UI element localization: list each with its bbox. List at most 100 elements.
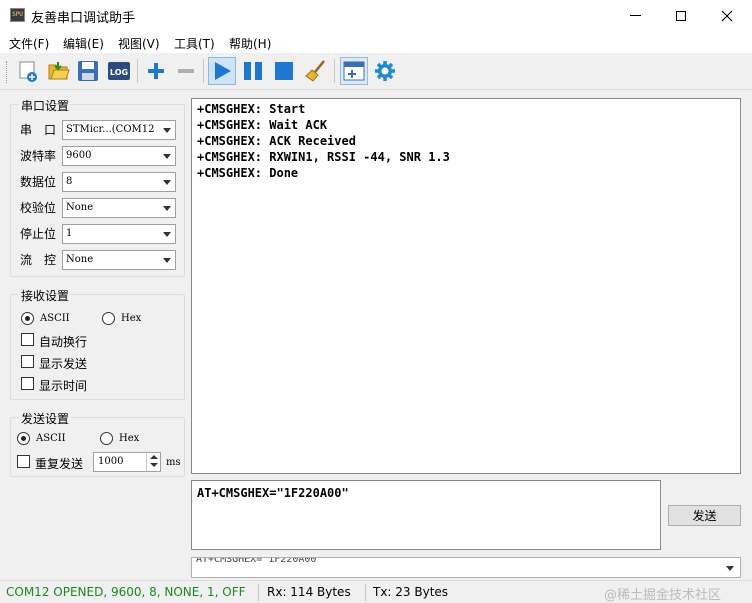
baud-select[interactable]: 9600 [62, 146, 176, 166]
flowcontrol-value: None [66, 254, 94, 265]
show-sent-checkbox[interactable] [21, 355, 34, 368]
play-icon [215, 62, 231, 80]
repeat-send-checkbox[interactable] [17, 455, 30, 468]
chevron-down-icon [163, 128, 171, 133]
interval-unit: ms [166, 457, 181, 468]
menu-tools[interactable]: 工具(T) [174, 35, 215, 52]
toolbar-grip[interactable] [6, 61, 10, 83]
show-time-label: 显示时间 [39, 379, 88, 393]
receive-hex-radio[interactable] [102, 312, 115, 325]
settings-button[interactable] [371, 57, 399, 85]
spin-up-icon[interactable] [150, 455, 158, 459]
send-history-select[interactable]: AT+CMSGHEX="1F220A00" [191, 557, 741, 578]
chevron-down-icon [163, 154, 171, 159]
send-settings-group: 发送设置 ASCII Hex 重复发送 1000 ms [10, 410, 185, 477]
stop-button[interactable] [270, 57, 298, 85]
send-textarea[interactable]: AT+CMSGHEX="1F220A00" [191, 480, 661, 550]
receive-ascii-label: ASCII [40, 313, 70, 324]
toolbar: LOG [0, 53, 752, 90]
send-button[interactable]: 发送 [668, 505, 741, 526]
parity-value: None [66, 202, 94, 213]
serial-settings-title: 串口设置 [19, 97, 72, 114]
send-settings-title: 发送设置 [19, 410, 72, 427]
minimize-icon [629, 15, 641, 16]
repeat-send-label: 重复发送 [35, 457, 84, 471]
send-hex-radio[interactable] [100, 432, 113, 445]
repeat-interval-spinbox[interactable]: 1000 [93, 452, 161, 472]
tx-count: Tx: 23 Bytes [373, 585, 449, 599]
status-separator [365, 584, 366, 601]
show-sent-label: 显示发送 [39, 357, 88, 371]
menu-help[interactable]: 帮助(H) [229, 35, 271, 52]
title-bar: SPU 友善串口调试助手 [0, 0, 752, 31]
close-icon [721, 10, 733, 21]
chevron-down-icon [726, 566, 734, 571]
play-button[interactable] [208, 57, 236, 85]
log-icon-label: LOG [110, 68, 128, 77]
stopbits-label: 停止位 [20, 227, 57, 241]
receive-line: +CMSGHEX: Start [197, 102, 306, 116]
receive-ascii-radio[interactable] [21, 312, 34, 325]
save-icon [78, 61, 98, 81]
layout-button[interactable] [340, 57, 368, 85]
open-folder-icon [48, 62, 70, 80]
menu-edit[interactable]: 编辑(E) [63, 35, 104, 52]
add-button[interactable] [142, 57, 170, 85]
chevron-down-icon [163, 258, 171, 263]
stop-icon [275, 62, 293, 80]
menu-file[interactable]: 文件(F) [9, 35, 49, 52]
menu-view[interactable]: 视图(V) [118, 35, 160, 52]
port-label: 串 口 [20, 123, 57, 137]
port-value: STMicr...(COM12 [66, 124, 155, 135]
minimize-button[interactable] [612, 0, 658, 31]
parity-select[interactable]: None [62, 198, 176, 218]
receive-settings-title: 接收设置 [19, 287, 72, 304]
auto-wrap-label: 自动换行 [39, 335, 88, 349]
databits-label: 数据位 [20, 175, 57, 189]
serial-settings-group: 串口设置 串 口 STMicr...(COM12 波特率 9600 数据位 8 … [10, 97, 185, 277]
app-icon: SPU [10, 8, 25, 22]
add-icon [148, 63, 164, 79]
show-time-checkbox[interactable] [21, 377, 34, 390]
window-title: 友善串口调试助手 [31, 11, 136, 26]
chevron-down-icon [163, 180, 171, 185]
receive-line: +CMSGHEX: Done [197, 166, 299, 180]
stopbits-select[interactable]: 1 [62, 224, 176, 244]
repeat-interval-value: 1000 [98, 456, 124, 467]
spin-buttons[interactable] [146, 453, 160, 471]
clear-broom-icon [305, 60, 325, 82]
send-hex-label: Hex [119, 433, 140, 444]
databits-select[interactable]: 8 [62, 172, 176, 192]
spin-down-icon[interactable] [150, 463, 158, 467]
toolbar-separator [203, 59, 204, 83]
port-select[interactable]: STMicr...(COM12 [62, 120, 176, 140]
auto-wrap-checkbox[interactable] [21, 333, 34, 346]
receive-hex-label: Hex [121, 313, 142, 324]
send-ascii-label: ASCII [36, 433, 66, 444]
status-bar: COM12 OPENED, 9600, 8, NONE, 1, OFF Rx: … [0, 580, 752, 603]
remove-icon [178, 69, 194, 73]
receive-line: +CMSGHEX: ACK Received [197, 134, 356, 148]
baud-label: 波特率 [20, 149, 57, 163]
clear-button[interactable] [302, 57, 330, 85]
baud-value: 9600 [66, 150, 92, 161]
open-button[interactable] [44, 57, 72, 85]
maximize-button[interactable] [658, 0, 704, 31]
watermark: @稀土掘金技术社区 [604, 588, 722, 603]
remove-button[interactable] [172, 57, 200, 85]
new-connection-button[interactable] [15, 57, 43, 85]
stopbits-value: 1 [66, 228, 73, 239]
send-ascii-radio[interactable] [17, 432, 30, 445]
layout-icon [343, 61, 365, 81]
status-separator [258, 584, 259, 601]
flowcontrol-select[interactable]: None [62, 250, 176, 270]
rx-count: Rx: 114 Bytes [267, 585, 351, 599]
log-button[interactable]: LOG [105, 57, 133, 85]
pause-button[interactable] [239, 57, 267, 85]
new-connection-icon [19, 61, 37, 82]
receive-textarea[interactable]: +CMSGHEX: Start +CMSGHEX: Wait ACK +CMSG… [191, 98, 741, 474]
close-button[interactable] [704, 0, 750, 31]
flowcontrol-label: 流 控 [20, 253, 57, 267]
save-button[interactable] [74, 57, 102, 85]
maximize-icon [676, 10, 686, 21]
